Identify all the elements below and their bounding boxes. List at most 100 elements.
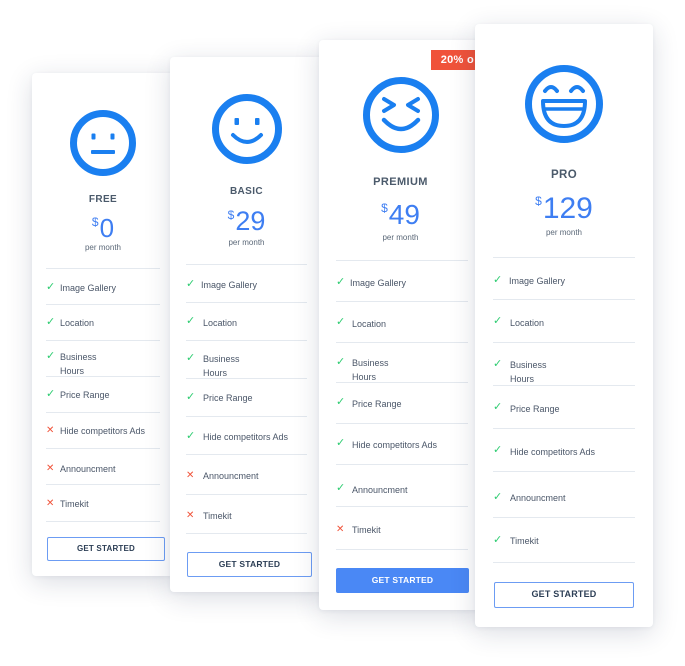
get-started-button[interactable]: GET STARTED: [336, 568, 469, 593]
price-period: per month: [228, 238, 265, 247]
check-icon: ✓: [186, 430, 196, 442]
check-icon: ✓: [46, 316, 56, 328]
price-amount: 49: [388, 199, 420, 230]
feature-label: Announcment: [352, 485, 408, 495]
check-icon: ✓: [336, 396, 346, 408]
feature-label: Timekit: [203, 511, 232, 521]
check-icon: ✓: [493, 315, 503, 327]
price-period: per month: [545, 228, 583, 237]
feature-row: ✕ Announcment: [46, 448, 160, 485]
feature-row: ✓ Announcment: [493, 471, 635, 518]
price-amount: 29: [235, 206, 266, 236]
feature-label: Announcment: [510, 493, 566, 503]
feature-row: ✓ Hide competitors Ads: [336, 423, 468, 465]
feature-label: Timekit: [510, 536, 539, 546]
feature-row: ✓ Hide competitors Ads: [186, 416, 307, 455]
cross-icon: ✕: [46, 498, 55, 509]
plan-card-free: FREE $0 per month ✓ Image Gallery ✓ Loca…: [32, 73, 174, 576]
feature-label: Image Gallery: [201, 280, 258, 290]
currency-symbol: $: [535, 194, 542, 208]
plan-name: BASIC: [229, 186, 264, 197]
feature-row: ✕ Announcment: [186, 454, 307, 495]
neutral-face-icon: [32, 109, 174, 177]
feature-label: Announcment: [60, 464, 116, 474]
plan-name: PREMIUM: [373, 176, 428, 188]
feature-row: ✓ Price Range: [186, 378, 307, 417]
feature-row: ✓ Business Hours: [46, 340, 160, 377]
cross-icon: ✕: [46, 425, 55, 436]
feature-row: ✓ Location: [493, 299, 635, 343]
check-icon: ✓: [336, 316, 346, 328]
check-icon: ✓: [46, 388, 56, 400]
feature-label: Business Hours: [203, 354, 240, 379]
check-icon: ✓: [493, 401, 503, 413]
plan-price: $29: [170, 208, 323, 235]
plan-price: $49: [319, 201, 482, 229]
feature-label: Location: [60, 318, 95, 328]
price-amount: 129: [542, 192, 593, 225]
plan-card-basic: BASIC $29 per month ✓ Image Gallery ✓ Lo…: [170, 57, 323, 592]
feature-row: ✓ Image Gallery: [493, 257, 635, 300]
cross-icon: ✕: [336, 524, 345, 535]
cross-icon: ✕: [186, 470, 195, 481]
feature-label: Image Gallery: [509, 276, 566, 286]
feature-row: ✓ Hide competitors Ads: [493, 428, 635, 472]
feature-label: Timekit: [352, 525, 381, 535]
price-amount: 0: [99, 213, 115, 243]
feature-row: ✕ Hide competitors Ads: [46, 412, 160, 449]
check-icon: ✓: [493, 274, 503, 286]
cross-icon: ✕: [46, 463, 55, 474]
feature-label: Price Range: [352, 399, 402, 409]
feature-row: ✓ Business Hours: [493, 342, 635, 386]
check-icon: ✓: [493, 534, 503, 546]
feature-label: Image Gallery: [350, 278, 407, 288]
feature-label: Hide competitors Ads: [352, 440, 438, 450]
currency-symbol: $: [91, 215, 99, 229]
feature-label: Hide competitors Ads: [60, 426, 146, 436]
feature-label: Business Hours: [60, 352, 97, 377]
price-period: per month: [382, 233, 419, 242]
feature-label: Price Range: [203, 393, 253, 403]
currency-symbol: $: [227, 208, 235, 222]
plan-name: PRO: [550, 169, 578, 181]
price-period: per month: [84, 243, 122, 252]
feature-label: Price Range: [60, 390, 110, 400]
feature-row: ✕ Timekit: [336, 506, 468, 550]
check-icon: ✓: [493, 358, 503, 370]
feature-row: ✕ Timekit: [46, 484, 160, 522]
feature-row: ✓ Image Gallery: [186, 264, 307, 303]
get-started-button[interactable]: GET STARTED: [494, 582, 634, 608]
laughing-face-icon: [475, 64, 653, 144]
feature-label: Location: [352, 319, 387, 329]
check-icon: ✓: [46, 281, 56, 293]
feature-row: ✓ Image Gallery: [336, 260, 468, 302]
get-started-button[interactable]: GET STARTED: [187, 552, 312, 577]
currency-symbol: $: [381, 201, 388, 215]
feature-label: Hide competitors Ads: [510, 447, 596, 457]
feature-row: ✓ Price Range: [336, 382, 468, 424]
get-started-button[interactable]: GET STARTED: [47, 537, 165, 561]
feature-label: Hide competitors Ads: [203, 432, 289, 442]
check-icon: ✓: [336, 356, 346, 368]
feature-row: ✓ Business Hours: [336, 342, 468, 383]
feature-row: ✓ Announcment: [336, 464, 468, 507]
feature-row: ✓ Location: [186, 302, 307, 341]
plan-price: $0: [32, 215, 174, 241]
check-icon: ✓: [336, 437, 346, 449]
feature-row: ✓ Image Gallery: [46, 268, 160, 305]
feature-row: ✓ Timekit: [493, 517, 635, 563]
feature-label: Business Hours: [352, 358, 389, 383]
squinting-grin-icon: [319, 76, 482, 154]
check-icon: ✓: [186, 278, 196, 290]
feature-label: Announcment: [203, 471, 259, 481]
plan-card-premium: 20% o PREMIUM $49 per month ✓ Image Gall…: [319, 40, 482, 610]
feature-label: Business Hours: [510, 360, 547, 385]
feature-row: ✓ Price Range: [46, 376, 160, 413]
check-icon: ✓: [186, 352, 196, 364]
feature-label: Location: [510, 318, 545, 328]
feature-row: ✓ Price Range: [493, 385, 635, 429]
check-icon: ✓: [493, 444, 503, 456]
feature-label: Location: [203, 318, 238, 328]
check-icon: ✓: [186, 391, 196, 403]
feature-label: Timekit: [60, 499, 89, 509]
